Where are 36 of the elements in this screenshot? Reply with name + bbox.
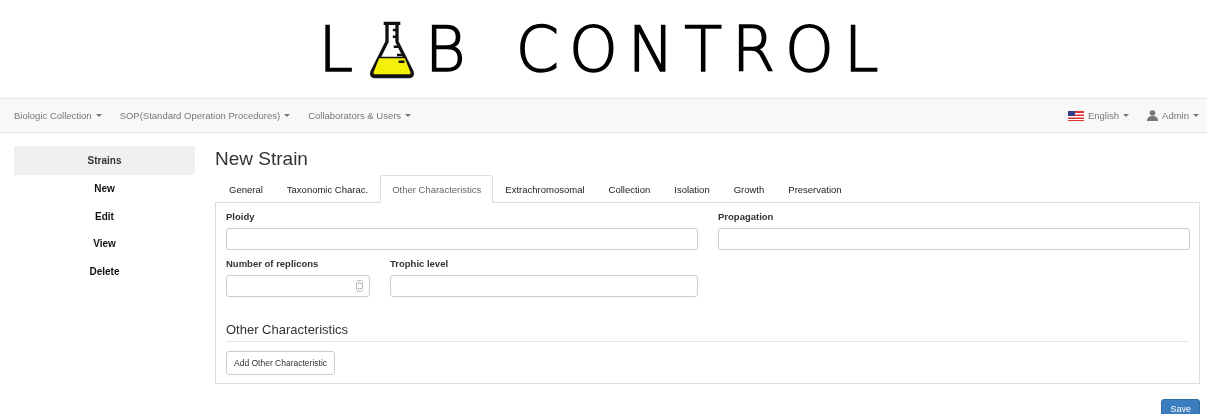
tab[interactable]: Taxonomic Charac. bbox=[274, 175, 381, 202]
language-menu[interactable]: English bbox=[1067, 110, 1130, 121]
tab[interactable]: Isolation bbox=[662, 175, 722, 202]
save-button[interactable]: Save bbox=[1161, 399, 1200, 414]
number-field[interactable] bbox=[226, 275, 370, 297]
sidebar-item[interactable]: Delete bbox=[14, 257, 195, 285]
spinner-icon bbox=[356, 280, 363, 292]
input-field[interactable] bbox=[390, 275, 698, 297]
field-label: Number of replicons bbox=[226, 258, 320, 269]
flag-icon bbox=[1067, 110, 1084, 121]
sidebar-header: Strains bbox=[14, 146, 195, 175]
input-field[interactable] bbox=[226, 228, 698, 250]
sidebar-item[interactable]: View bbox=[14, 230, 195, 258]
field-label: Trophic level bbox=[390, 258, 450, 269]
input-field[interactable] bbox=[718, 228, 1190, 250]
nav-menu[interactable]: SOP(Standard Operation Procedures) bbox=[119, 110, 291, 121]
tab[interactable]: Collection bbox=[596, 175, 663, 202]
tab[interactable]: General bbox=[217, 175, 275, 202]
user-icon bbox=[1147, 110, 1159, 121]
logo-text: L bbox=[318, 19, 360, 81]
tab[interactable]: Extrachromosomal bbox=[493, 175, 597, 202]
logo-text: CONTROL bbox=[515, 19, 889, 81]
tab[interactable]: Preservation bbox=[776, 175, 854, 202]
field-label: Ploidy bbox=[226, 211, 256, 222]
field-label: Propagation bbox=[718, 211, 775, 222]
page-title: New Strain bbox=[215, 148, 309, 171]
section-title: Other Characteristics bbox=[226, 322, 350, 337]
logo-text: B bbox=[425, 19, 472, 81]
sidebar-item[interactable]: New bbox=[14, 175, 195, 203]
sidebar-item[interactable]: Edit bbox=[14, 202, 195, 230]
user-menu[interactable]: Admin bbox=[1147, 110, 1199, 121]
tab[interactable]: Growth bbox=[721, 175, 777, 202]
tab[interactable]: Other Characteristics bbox=[380, 175, 494, 203]
nav-menu[interactable]: Collaborators & Users bbox=[308, 110, 412, 121]
add-characteristic-button[interactable]: Add Other Characteristic bbox=[226, 351, 336, 375]
nav-menu[interactable]: Biologic Collection bbox=[14, 110, 102, 121]
